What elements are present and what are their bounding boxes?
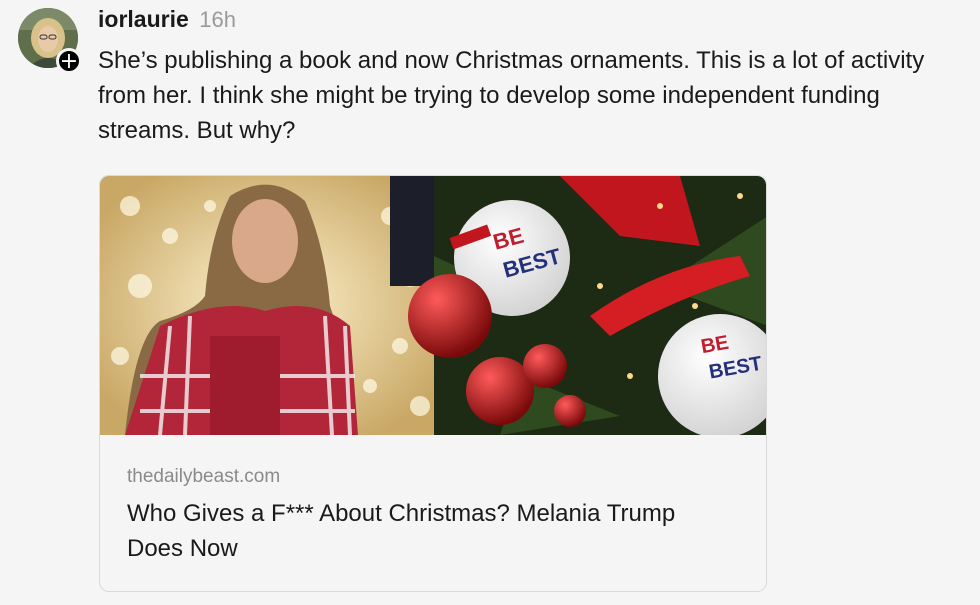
link-title[interactable]: Who Gives a F*** About Christmas? Melani… xyxy=(127,496,737,566)
avatar-container[interactable]: + xyxy=(18,8,82,74)
link-preview-card[interactable]: BE BEST BE BEST thedailybeast.com Who Gi… xyxy=(99,175,767,592)
plus-icon[interactable]: + xyxy=(56,48,82,74)
article-thumbnail-image[interactable]: BE BEST BE BEST xyxy=(100,176,766,435)
post-header: iorlaurie 16h xyxy=(98,6,236,33)
thumbnail-svg: BE BEST BE BEST xyxy=(100,176,766,435)
link-domain: thedailybeast.com xyxy=(127,466,281,487)
post-text: She’s publishing a book and now Christma… xyxy=(98,47,925,144)
timestamp[interactable]: 16h xyxy=(199,7,236,32)
post: + iorlaurie 16h She’s publishing a book … xyxy=(0,0,980,605)
follow-glyph: + xyxy=(59,49,79,74)
username[interactable]: iorlaurie xyxy=(98,6,189,32)
